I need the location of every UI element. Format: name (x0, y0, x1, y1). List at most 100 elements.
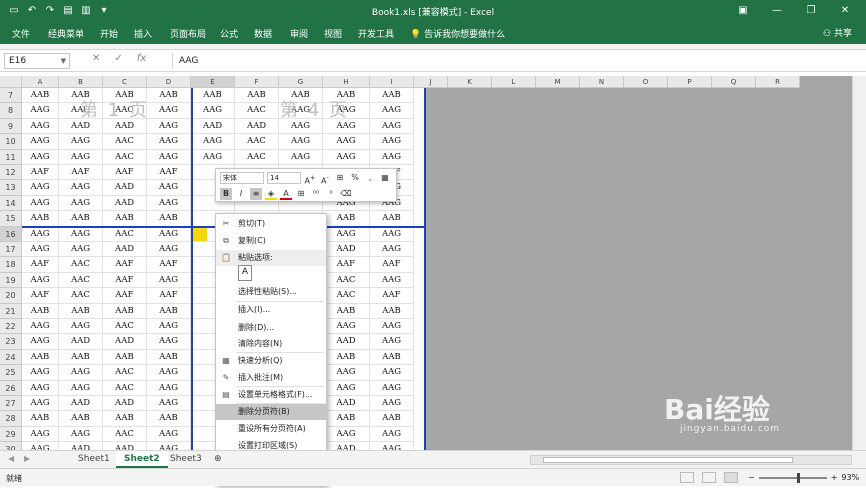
table-cell[interactable]: AAG (147, 226, 191, 242)
column-header-I[interactable]: I (370, 76, 414, 88)
table-cell[interactable]: AAC (235, 134, 279, 150)
name-box[interactable]: E16 ▼ (4, 53, 70, 69)
table-cell[interactable]: AAD (191, 118, 235, 135)
table-cell[interactable]: AAD (103, 396, 147, 412)
table-cell[interactable]: AAC (323, 272, 370, 289)
table-cell[interactable]: AAG (370, 134, 414, 150)
table-cell[interactable]: AAG (323, 149, 370, 165)
column-header-H[interactable]: H (323, 76, 370, 88)
menu-item[interactable]: ▦ 快速分析(Q) (216, 353, 326, 369)
font-color-icon[interactable]: A (280, 188, 292, 200)
row-header[interactable]: 25 (0, 365, 22, 381)
table-cell[interactable]: AAG (370, 242, 414, 258)
table-cell[interactable]: AAB (147, 411, 191, 427)
table-cell[interactable]: AAC (235, 149, 279, 165)
table-cell[interactable]: AAG (22, 442, 59, 450)
table-cell[interactable]: AAG (370, 365, 414, 381)
table-cell[interactable]: AAG (191, 149, 235, 165)
menu-item[interactable]: 清除内容(N) (216, 336, 326, 352)
italic-button[interactable]: I (235, 188, 247, 200)
table-cell[interactable]: AAD (103, 195, 147, 212)
table-cell[interactable]: AAB (370, 349, 414, 366)
row-header[interactable]: 29 (0, 426, 22, 443)
row-header[interactable]: 15 (0, 211, 22, 227)
number-format-icon[interactable]: ⊞ (334, 172, 346, 184)
column-header-Q[interactable]: Q (712, 76, 756, 88)
table-cell[interactable]: AAC (235, 103, 279, 119)
comma-button[interactable]: , (364, 172, 376, 184)
table-cell[interactable]: AAG (59, 426, 103, 443)
table-cell[interactable]: AAG (22, 226, 59, 242)
column-header-C[interactable]: C (103, 76, 147, 88)
table-cell[interactable]: AAB (370, 411, 414, 427)
table-cell[interactable]: AAD (235, 118, 279, 135)
tell-me-search[interactable]: 💡 告诉我你想要做什么 (410, 27, 505, 40)
table-cell[interactable]: AAD (103, 334, 147, 350)
table-cell[interactable]: AAG (59, 319, 103, 335)
table-cell[interactable]: AAG (323, 134, 370, 150)
table-cell[interactable]: AAB (323, 211, 370, 227)
menu-item[interactable]: ⧉ 复制(C) (216, 233, 326, 249)
menu-item[interactable]: ✂ 剪切(T) (216, 216, 326, 232)
table-cell[interactable]: AAD (59, 442, 103, 450)
row-header[interactable]: 28 (0, 411, 22, 427)
table-cell[interactable]: AAG (59, 365, 103, 381)
row-header[interactable]: 11 (0, 149, 22, 165)
zoom-knob[interactable] (796, 472, 800, 483)
table-cell[interactable]: AAG (370, 380, 414, 396)
decrease-font-icon[interactable]: A- (319, 172, 331, 186)
table-cell[interactable]: AAG (147, 365, 191, 381)
table-cell[interactable]: AAG (147, 272, 191, 289)
borders-icon[interactable]: ⊞ (295, 188, 307, 200)
table-cell[interactable]: AAC (103, 226, 147, 242)
column-header-P[interactable]: P (668, 76, 712, 88)
table-cell[interactable]: AAG (22, 426, 59, 443)
table-cell[interactable]: AAB (370, 303, 414, 319)
select-all-corner[interactable] (0, 76, 22, 88)
row-header[interactable]: 18 (0, 257, 22, 273)
table-cell[interactable]: AAG (147, 426, 191, 443)
table-cell[interactable]: AAG (370, 149, 414, 165)
table-cell[interactable]: AAF (22, 257, 59, 273)
table-cell[interactable]: AAB (59, 411, 103, 427)
table-cell[interactable]: AAD (59, 396, 103, 412)
table-cell[interactable]: AAG (22, 319, 59, 335)
sheet-tab-sheet3[interactable]: Sheet3 (162, 451, 210, 468)
menu-item[interactable]: 选择性粘贴(S)... (216, 284, 326, 300)
table-cell[interactable]: AAG (279, 134, 323, 150)
table-cell[interactable]: AAG (147, 149, 191, 165)
table-cell[interactable]: AAG (279, 149, 323, 165)
row-header[interactable]: 19 (0, 272, 22, 289)
table-cell[interactable]: AAD (103, 442, 147, 450)
column-header-O[interactable]: O (624, 76, 668, 88)
table-cell[interactable]: AAF (103, 165, 147, 181)
table-cell[interactable]: AAG (22, 272, 59, 289)
table-cell[interactable]: AAF (370, 257, 414, 273)
zoom-level[interactable]: 93% (841, 473, 859, 482)
menu-item[interactable]: 插入(I)... (216, 302, 326, 318)
table-cell[interactable]: AAF (59, 165, 103, 181)
ribbon-tab-9[interactable]: 开发工具 (358, 27, 394, 40)
table-cell[interactable]: AAB (235, 88, 279, 104)
row-header[interactable]: 22 (0, 319, 22, 335)
menu-item[interactable]: 删除分页符(B) (216, 404, 326, 420)
table-cell[interactable]: AAG (147, 118, 191, 135)
table-cell[interactable]: AAB (22, 211, 59, 227)
decrease-decimal-icon[interactable]: ⁰ (325, 188, 337, 200)
minimize-icon[interactable]: — (760, 2, 794, 20)
table-cell[interactable]: AAF (22, 165, 59, 181)
close-icon[interactable]: ✕ (828, 2, 862, 20)
sheet-tab-sheet2[interactable]: Sheet2 (116, 451, 168, 468)
table-cell[interactable]: AAG (370, 426, 414, 443)
page-layout-view-icon[interactable] (702, 472, 716, 483)
table-cell[interactable]: AAB (323, 411, 370, 427)
table-cell[interactable]: AAG (370, 272, 414, 289)
table-cell[interactable]: AAG (323, 426, 370, 443)
table-cell[interactable]: AAG (147, 195, 191, 212)
table-cell[interactable]: AAD (103, 242, 147, 258)
table-cell[interactable]: AAB (323, 303, 370, 319)
table-cell[interactable]: AAF (147, 288, 191, 304)
increase-decimal-icon[interactable]: ⁰⁰ (310, 188, 322, 200)
menu-item[interactable]: ✎ 插入批注(M) (216, 370, 326, 386)
table-cell[interactable]: AAF (103, 257, 147, 273)
